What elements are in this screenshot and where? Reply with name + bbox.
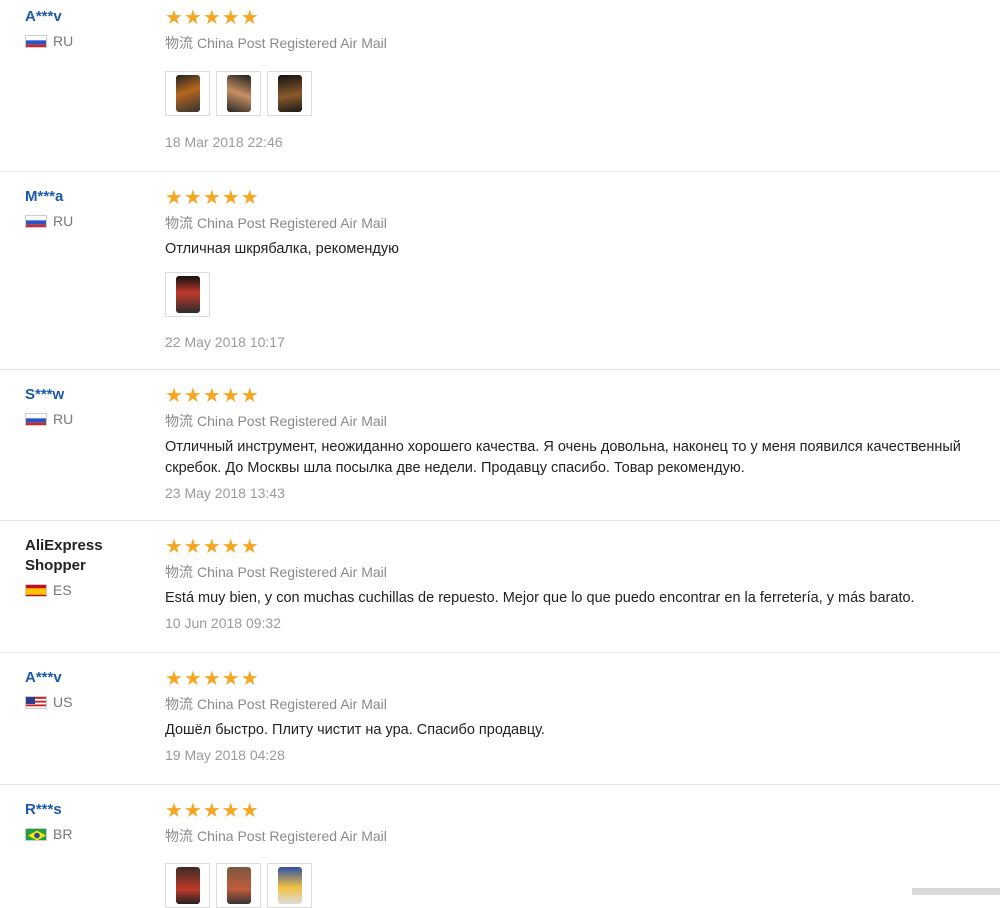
- review-photo-thumbnail[interactable]: [165, 863, 210, 908]
- review-date: 22 May 2018 10:17: [165, 334, 285, 350]
- review-text: Отличная шкрябалка, рекомендую: [165, 241, 400, 257]
- reviewer-country: ES: [25, 582, 145, 598]
- star-rating: ★★★★★: [165, 668, 260, 690]
- logistics-method: China Post Registered Air Mail: [197, 564, 387, 580]
- scrollbar-thumb[interactable]: [912, 888, 1000, 895]
- review-photo-thumbnail[interactable]: [165, 71, 210, 116]
- logistics-info: 物流 China Post Registered Air Mail: [165, 695, 1000, 713]
- reviewer-name[interactable]: A***v: [25, 7, 145, 27]
- review-text: Está muy bien, y con muchas cuchillas de…: [165, 590, 915, 606]
- reviewer-country: US: [25, 694, 145, 710]
- logistics-info: 物流 China Post Registered Air Mail: [165, 827, 1000, 845]
- star-rating: ★★★★★: [165, 187, 260, 209]
- review-photos: [165, 863, 1000, 908]
- spain-flag-icon: [25, 583, 47, 597]
- reviewer-country: RU: [25, 213, 145, 229]
- review-body: ★★★★★ 物流 China Post Registered Air Mail О…: [165, 370, 1000, 502]
- logistics-label: 物流: [165, 828, 193, 844]
- reviewer-info: M***a RU: [25, 172, 145, 229]
- review-date: 19 May 2018 04:28: [165, 747, 285, 763]
- reviewer-info: R***s BR: [25, 785, 145, 842]
- star-rating: ★★★★★: [165, 385, 260, 407]
- review-item: AliExpress Shopper ES ★★★★★ 物流 China Post…: [0, 521, 1000, 653]
- review-date: 23 May 2018 13:43: [165, 485, 285, 501]
- logistics-info: 物流 China Post Registered Air Mail: [165, 214, 1000, 232]
- star-rating: ★★★★★: [165, 7, 260, 29]
- review-photos: [165, 71, 1000, 116]
- reviewer-country: BR: [25, 826, 145, 842]
- reviewer-name[interactable]: A***v: [25, 668, 145, 688]
- reviewer-info: A***v US: [25, 653, 145, 710]
- country-code: BR: [53, 826, 73, 842]
- usa-flag-icon: [25, 695, 47, 709]
- logistics-method: China Post Registered Air Mail: [197, 696, 387, 712]
- reviewer-info: S***w RU: [25, 370, 145, 427]
- review-body: ★★★★★ 物流 China Post Registered Air Mail: [165, 785, 1000, 908]
- star-rating: ★★★★★: [165, 800, 260, 822]
- logistics-label: 物流: [165, 413, 193, 429]
- country-code: ES: [53, 582, 72, 598]
- star-rating: ★★★★★: [165, 536, 260, 558]
- reviewer-name[interactable]: R***s: [25, 800, 145, 820]
- brazil-flag-icon: [25, 827, 47, 841]
- review-photo-thumbnail[interactable]: [216, 863, 261, 908]
- review-photo-thumbnail[interactable]: [165, 272, 210, 317]
- russia-flag-icon: [25, 34, 47, 48]
- reviewer-name[interactable]: M***a: [25, 187, 145, 207]
- logistics-method: China Post Registered Air Mail: [197, 828, 387, 844]
- review-item: A***v RU ★★★★★ 物流 China Post Registered A…: [0, 0, 1000, 172]
- logistics-method: China Post Registered Air Mail: [197, 215, 387, 231]
- review-item: M***a RU ★★★★★ 物流 China Post Registered A…: [0, 172, 1000, 370]
- logistics-label: 物流: [165, 696, 193, 712]
- review-text: Дошёл быстро. Плиту чистит на ура. Спаси…: [165, 722, 545, 738]
- country-code: RU: [53, 213, 74, 229]
- reviewer-name[interactable]: S***w: [25, 385, 145, 405]
- logistics-info: 物流 China Post Registered Air Mail: [165, 34, 1000, 52]
- review-body: ★★★★★ 物流 China Post Registered Air Mail Д…: [165, 653, 1000, 764]
- country-code: RU: [53, 411, 74, 427]
- reviewer-info: A***v RU: [25, 0, 145, 49]
- reviewer-name[interactable]: AliExpress Shopper: [25, 536, 145, 576]
- review-photo-thumbnail[interactable]: [216, 71, 261, 116]
- logistics-label: 物流: [165, 564, 193, 580]
- review-body: ★★★★★ 物流 China Post Registered Air Mail E…: [165, 521, 1000, 632]
- review-photo-thumbnail[interactable]: [267, 71, 312, 116]
- russia-flag-icon: [25, 412, 47, 426]
- review-item: R***s BR ★★★★★ 物流 China Post Registered A…: [0, 785, 1000, 908]
- logistics-label: 物流: [165, 215, 193, 231]
- country-code: US: [53, 694, 73, 710]
- review-photo-thumbnail[interactable]: [267, 863, 312, 908]
- country-code: RU: [53, 33, 74, 49]
- review-item: S***w RU ★★★★★ 物流 China Post Registered A…: [0, 370, 1000, 521]
- logistics-label: 物流: [165, 35, 193, 51]
- reviewer-country: RU: [25, 33, 145, 49]
- russia-flag-icon: [25, 214, 47, 228]
- review-text: Отличный инструмент, неожиданно хорошего…: [165, 439, 961, 476]
- review-date: 10 Jun 2018 09:32: [165, 615, 281, 631]
- reviewer-info: AliExpress Shopper ES: [25, 521, 145, 598]
- review-date: 18 Mar 2018 22:46: [165, 134, 283, 150]
- reviewer-country: RU: [25, 411, 145, 427]
- logistics-method: China Post Registered Air Mail: [197, 35, 387, 51]
- review-photos: [165, 272, 1000, 317]
- logistics-info: 物流 China Post Registered Air Mail: [165, 412, 1000, 430]
- logistics-method: China Post Registered Air Mail: [197, 413, 387, 429]
- logistics-info: 物流 China Post Registered Air Mail: [165, 563, 1000, 581]
- review-body: ★★★★★ 物流 China Post Registered Air Mail 1…: [165, 0, 1000, 151]
- review-body: ★★★★★ 物流 China Post Registered Air Mail О…: [165, 172, 1000, 351]
- review-item: A***v US ★★★★★ 物流 China Post Registered A…: [0, 653, 1000, 785]
